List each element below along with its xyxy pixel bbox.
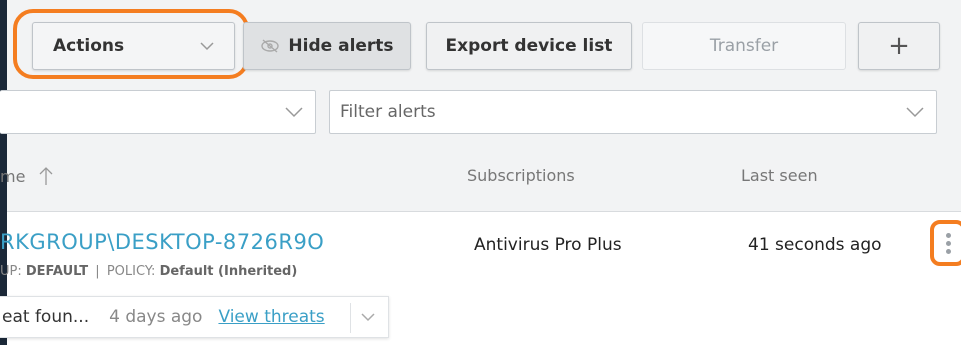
alert-text: eat foun... [2, 307, 90, 327]
kebab-dot [945, 248, 951, 254]
alert-time: 4 days ago [109, 307, 203, 327]
meta-separator: | [95, 264, 100, 279]
chevron-down-icon[interactable] [360, 309, 376, 325]
eye-off-icon [261, 39, 280, 53]
chevron-down-icon [906, 107, 924, 118]
row-menu-kebab-icon[interactable] [930, 220, 961, 266]
hide-alerts-button[interactable]: Hide alerts [243, 22, 411, 70]
export-label: Export device list [445, 36, 613, 56]
group-prefix: UP: [0, 264, 22, 279]
device-meta: UP: DEFAULT | POLICY: Default (Inherited… [0, 264, 297, 279]
view-threats-link[interactable]: View threats [218, 307, 324, 327]
highlight-ring-actions [13, 9, 249, 79]
add-button[interactable]: + [858, 22, 940, 70]
alert-chip-divider [350, 303, 351, 333]
filter-alerts-placeholder: Filter alerts [340, 102, 436, 122]
filter-alerts-select[interactable]: Filter alerts [329, 90, 937, 134]
column-header-name[interactable]: me [0, 166, 53, 186]
alert-chip: eat foun... 4 days ago View threats [0, 296, 389, 338]
column-header-subscriptions[interactable]: Subscriptions [467, 166, 575, 185]
last-seen-cell: 41 seconds ago [748, 235, 882, 255]
hide-alerts-label: Hide alerts [288, 36, 394, 56]
column-name-label: me [0, 166, 26, 186]
kebab-dot [945, 240, 951, 246]
kebab-dot [945, 232, 951, 238]
group-filter-select[interactable] [0, 90, 316, 134]
chevron-down-icon [285, 107, 303, 118]
group-value: DEFAULT [25, 264, 89, 279]
subscription-cell: Antivirus Pro Plus [474, 235, 622, 255]
device-name-link[interactable]: RKGROUP\DESKTOP-8726R9O [0, 230, 324, 254]
policy-value: Default (Inherited) [159, 264, 298, 279]
transfer-label: Transfer [709, 36, 779, 56]
policy-prefix: POLICY: [106, 264, 156, 279]
sort-ascending-icon [39, 167, 53, 185]
column-header-last-seen[interactable]: Last seen [741, 166, 818, 185]
transfer-button[interactable]: Transfer [642, 22, 846, 70]
plus-icon: + [888, 31, 910, 61]
export-device-list-button[interactable]: Export device list [426, 22, 632, 70]
